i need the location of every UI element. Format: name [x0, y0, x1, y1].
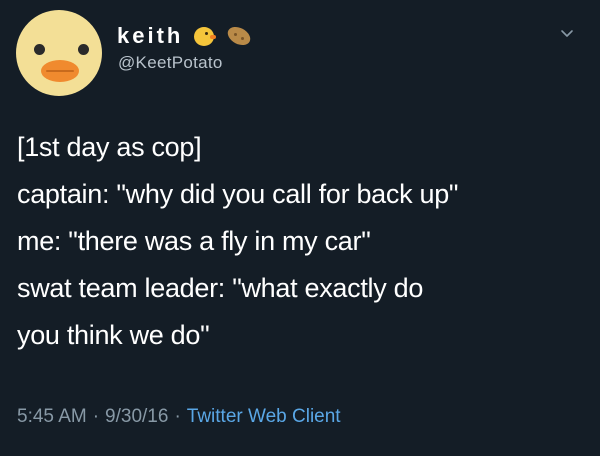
avatar-right-eye: [78, 44, 89, 55]
tweet-client-link[interactable]: Twitter Web Client: [187, 406, 341, 428]
avatar-beak-line: [46, 70, 74, 72]
tweet-text: [1st day as cop] captain: "why did you c…: [17, 124, 587, 359]
display-name-row: keith: [117, 21, 254, 51]
chick-emoji-icon: [193, 25, 217, 47]
user-handle[interactable]: @KeetPotato: [118, 53, 223, 73]
tweet-text-line: captain: "why did you call for back up": [17, 179, 459, 209]
avatar-left-eye: [34, 44, 45, 55]
display-name[interactable]: keith: [117, 23, 183, 49]
potato-emoji-icon: [225, 23, 254, 49]
meta-separator: ·: [92, 406, 100, 427]
tweet-time[interactable]: 5:45 AM: [17, 406, 87, 428]
avatar[interactable]: [16, 10, 102, 96]
meta-separator: ·: [174, 406, 181, 427]
tweet-date[interactable]: 9/30/16: [105, 406, 168, 428]
tweet-text-line: [1st day as cop]: [17, 132, 202, 162]
tweet-text-line: me: "there was a fly in my car": [17, 226, 371, 256]
tweet-card: keith @KeetPotato [1st day as cop] capta…: [0, 0, 600, 456]
tweet-text-line: you think we do": [17, 320, 210, 350]
chevron-down-icon[interactable]: [560, 26, 574, 40]
tweet-meta: 5:45 AM · 9/30/16 · Twitter Web Client: [17, 406, 341, 428]
tweet-text-line: swat team leader: "what exactly do: [17, 273, 424, 303]
